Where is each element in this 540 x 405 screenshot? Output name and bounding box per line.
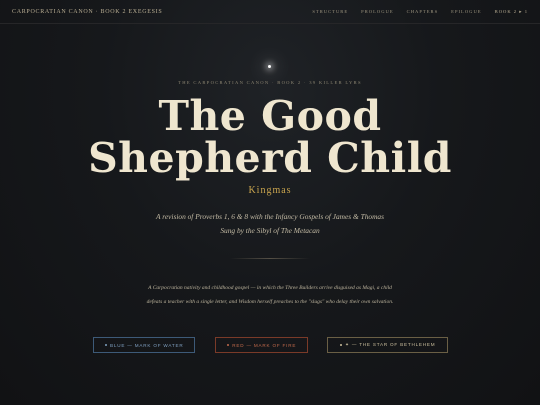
nav-menu: Structure Prologue Chapters Epilogue Boo… xyxy=(312,9,528,15)
intro-line-2: defeats a teacher with a single letter, … xyxy=(146,299,394,305)
nav-link-chapters[interactable]: Chapters xyxy=(407,9,439,15)
button-label: Blue — Mark of Water xyxy=(110,342,184,348)
button-label: ✦ — The Star of Bethlehem xyxy=(345,342,436,347)
site-brand[interactable]: Carpocratian Canon · Book 2 Exegesis xyxy=(12,9,162,15)
red-fire-button[interactable]: Red — Mark of Fire xyxy=(215,337,308,353)
description-line-1: A revision of Proverbs 1, 6 & 8 with the… xyxy=(156,212,384,221)
divider xyxy=(230,258,310,259)
intro-line-1: A Carpocratian nativity and childhood go… xyxy=(148,285,392,291)
blue-water-button[interactable]: Blue — Mark of Water xyxy=(93,337,195,353)
button-label: Red — Mark of Fire xyxy=(232,342,297,348)
dot-icon xyxy=(226,343,230,347)
page-subtitle: Kingmas xyxy=(248,185,292,196)
dot-icon xyxy=(104,343,108,347)
nav-link-structure[interactable]: Structure xyxy=(312,9,348,15)
description-line-2: Sung by the Sibyl of The Metacan xyxy=(220,226,320,235)
star-glow-icon xyxy=(268,65,271,68)
nav-link-book-2[interactable]: Book 2 ▸ 1 xyxy=(495,9,528,15)
page-title-line-1: The Good xyxy=(158,92,382,140)
top-navigation-bar: Carpocratian Canon · Book 2 Exegesis Str… xyxy=(0,0,540,24)
intro-paragraph: A Carpocratian nativity and childhood go… xyxy=(110,281,430,309)
nav-link-prologue[interactable]: Prologue xyxy=(361,9,394,15)
hero-description: A revision of Proverbs 1, 6 & 8 with the… xyxy=(0,210,540,238)
page-title-line-2: Shepherd Child xyxy=(88,134,452,182)
dot-icon xyxy=(339,343,343,347)
hero-kicker: The Carpocratian Canon · Book 2 · 39 Kil… xyxy=(178,80,362,85)
mark-buttons: Blue — Mark of Water Red — Mark of Fire … xyxy=(0,337,540,353)
nav-link-epilogue[interactable]: Epilogue xyxy=(451,9,481,15)
star-of-bethlehem-button[interactable]: ✦ — The Star of Bethlehem xyxy=(327,337,448,353)
